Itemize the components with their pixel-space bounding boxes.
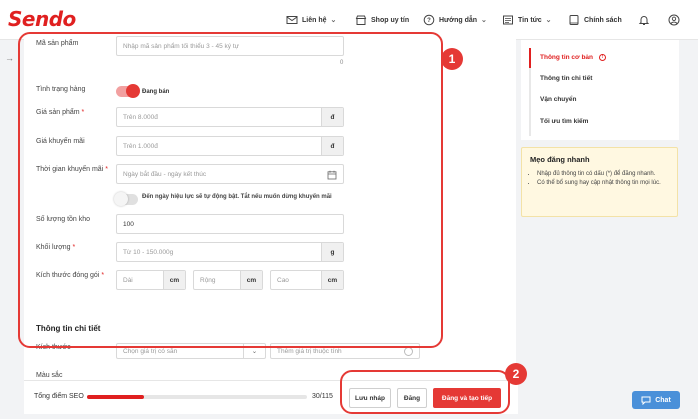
mail-icon [286, 16, 298, 24]
expand-arrow-icon[interactable]: → [5, 53, 14, 63]
step-details[interactable]: Thông tin chi tiết [540, 75, 592, 82]
info-icon: ! [598, 54, 606, 61]
step-basic-info-label: Thông tin cơ bản [540, 54, 594, 62]
user-icon [668, 14, 680, 26]
sendo-logo[interactable]: Sendo [8, 7, 76, 31]
account-button[interactable] [668, 0, 680, 40]
step-shipping[interactable]: Vận chuyển [540, 96, 576, 103]
nav-trusted-shop-label: Shop uy tín [371, 16, 410, 24]
tips-list: Nhập đủ thông tin có dấu (*) để đăng nha… [537, 170, 673, 187]
book-icon [569, 15, 579, 25]
nav-policy-label: Chính sách [584, 16, 622, 24]
chat-label: Chat [655, 396, 671, 404]
chevron-down-icon: ⌄ [545, 17, 552, 24]
annotation-box-2 [340, 370, 510, 414]
size-add-placeholder: Thêm giá trị thuộc tính [277, 347, 342, 355]
size-select-placeholder: Chọn giá trị có sẵn [123, 347, 178, 355]
steps-track-active [529, 48, 531, 68]
annotation-badge-1: 1 [441, 48, 463, 70]
nav-guide-label: Hướng dẫn [439, 16, 478, 24]
add-circle-icon [404, 347, 413, 356]
news-icon [503, 15, 513, 25]
nav-news-label: Tin tức [518, 16, 542, 24]
svg-text:?: ? [427, 18, 431, 24]
chevron-down-icon: ⌄ [481, 17, 487, 24]
color-label: Màu sắc [36, 372, 63, 379]
chat-button[interactable]: Chat [632, 391, 680, 409]
seo-progress-fill [87, 395, 145, 399]
seo-score-label: Tổng điểm SEO [34, 393, 84, 400]
tip-item: Nhập đủ thông tin có dấu (*) để đăng nha… [537, 170, 673, 179]
tip-item: Có thể bổ sung hay cập nhật thông tin mọ… [537, 179, 673, 188]
help-icon: ? [423, 14, 435, 26]
nav-contact-label: Liên hệ [302, 16, 327, 24]
step-basic-info[interactable]: Thông tin cơ bản ! [540, 54, 606, 61]
tips-title: Mẹo đăng nhanh [530, 155, 590, 164]
chevron-down-icon: ⌄ [330, 17, 337, 24]
seo-score-value: 30/115 [312, 393, 333, 400]
annotation-badge-2: 2 [505, 363, 527, 385]
seo-progress-bar [87, 395, 307, 399]
chat-icon [641, 396, 651, 405]
bell-icon [638, 16, 650, 25]
steps-panel: Thông tin cơ bản ! Thông tin chi tiết Vậ… [521, 40, 679, 140]
shop-icon [355, 15, 367, 25]
quick-tips-box: Mẹo đăng nhanh Nhập đủ thông tin có dấu … [521, 147, 678, 217]
step-seo[interactable]: Tối ưu tìm kiếm [540, 118, 588, 125]
nav-policy[interactable]: Chính sách [568, 0, 622, 40]
notification-button[interactable] [638, 0, 650, 40]
annotation-box-1 [18, 32, 443, 348]
